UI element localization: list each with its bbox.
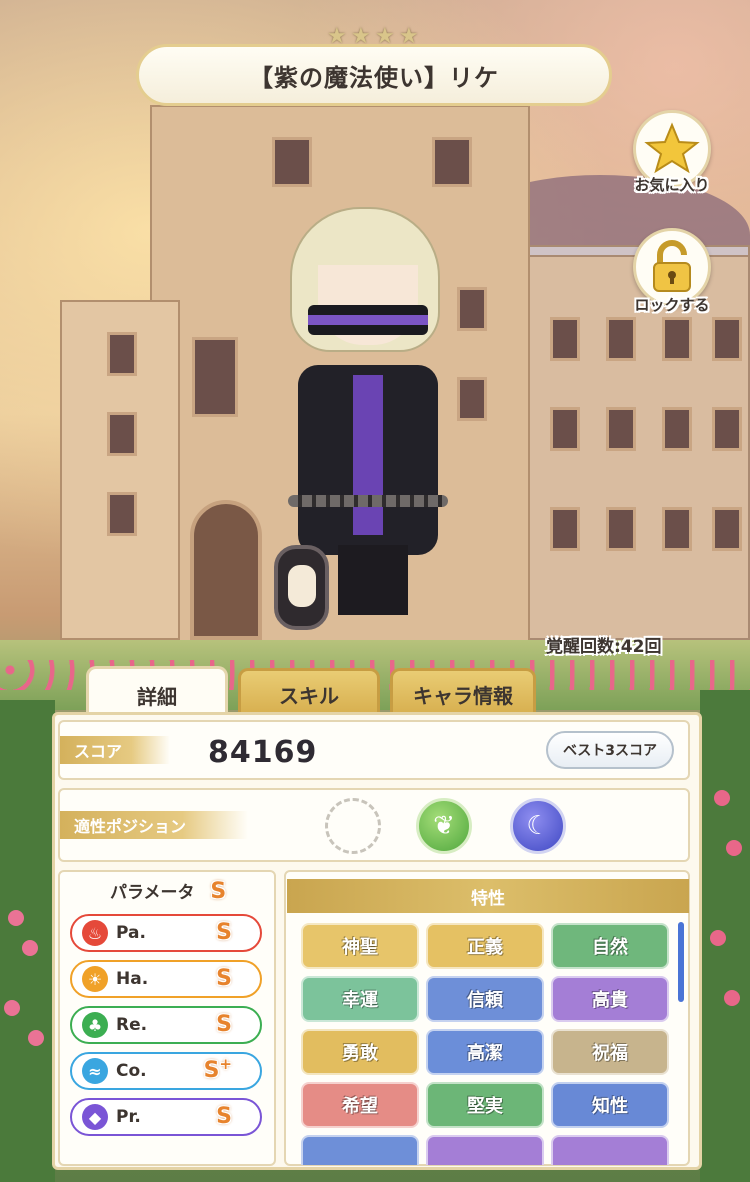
tab-details-label: 詳細 (137, 685, 177, 709)
castle-window (107, 412, 137, 456)
traits-title: 特性 (287, 879, 689, 913)
castle-window (712, 317, 742, 361)
param-name: Pr. (116, 1107, 141, 1127)
castle-window (662, 407, 692, 451)
tab-character-info-label: キャラ情報 (413, 684, 513, 708)
parameters-overall-rank: S (210, 879, 227, 904)
background-bush-right (700, 690, 750, 1182)
param-row-re: ♣ Re. S (70, 1006, 262, 1044)
trait-chip: 勇敢 (301, 1029, 419, 1075)
trait-chip: 自然 (551, 923, 669, 969)
clover-icon: ♣ (82, 1012, 108, 1038)
traits-list[interactable]: 神聖 正義 自然 幸運 信頼 高貴 勇敢 高潔 祝福 希望 堅実 知性 (287, 913, 689, 1165)
moon-emblem-icon: ☾ (526, 811, 550, 841)
best3-score-label: ベスト3スコア (562, 743, 658, 759)
trait-chip: 高貴 (551, 976, 669, 1022)
awakening-count: 覚醒回数:42回 (546, 637, 662, 657)
castle-window (550, 507, 580, 551)
tab-character-info[interactable]: キャラ情報 (390, 668, 536, 718)
param-name: Ha. (116, 969, 149, 989)
flame-icon: ♨ (82, 920, 108, 946)
wave-icon: ≈ (82, 1058, 108, 1084)
castle-window (662, 507, 692, 551)
trait-chip (551, 1135, 669, 1165)
character-title-banner: 【紫の魔法使い】リケ (136, 44, 612, 106)
castle-door (190, 500, 262, 640)
param-row-co: ≈ Co. S+ (70, 1052, 262, 1090)
param-name: Pa. (116, 923, 146, 943)
castle-window (662, 317, 692, 361)
parameters-title-text: パラメータ (110, 883, 195, 903)
castle-window (712, 507, 742, 551)
background-bush-left (0, 700, 55, 1182)
score-label: スコア (60, 736, 170, 764)
param-rank: S (216, 1104, 232, 1129)
trait-chip (426, 1135, 544, 1165)
castle-window (550, 317, 580, 361)
position-slot-empty (325, 798, 381, 854)
castle-window (272, 137, 312, 187)
castle-window (606, 317, 636, 361)
best3-score-button[interactable]: ベスト3スコア (546, 731, 674, 769)
trait-chip: 祝福 (551, 1029, 669, 1075)
lock-label[interactable]: ロックする (610, 294, 734, 315)
position-label: 適性ポジション (60, 811, 248, 839)
tab-skills-label: スキル (279, 684, 339, 708)
favorite-label[interactable]: お気に入り (610, 174, 734, 195)
param-rank: S (216, 1012, 232, 1037)
trait-chip: 神聖 (301, 923, 419, 969)
character-blindfold-stripe (308, 315, 428, 325)
trait-chip: 幸運 (301, 976, 419, 1022)
trait-chip: 堅実 (426, 1082, 544, 1128)
param-rank-plus: + (219, 1055, 232, 1073)
castle-left-tower (60, 300, 180, 640)
padlock-open-icon (653, 240, 691, 292)
param-rank: S+ (203, 1055, 232, 1083)
param-name: Co. (116, 1061, 147, 1081)
castle-window (606, 407, 636, 451)
score-value: 84169 (208, 735, 318, 770)
character-sprite (268, 205, 468, 645)
param-rank: S (216, 920, 232, 945)
character-title: 【紫の魔法使い】リケ (249, 63, 499, 92)
trait-chip: 正義 (426, 923, 544, 969)
trait-chip (301, 1135, 419, 1165)
diamond-icon: ◆ (82, 1104, 108, 1130)
character-lantern-glow (288, 565, 316, 607)
character-chain (288, 495, 448, 507)
parameters-title: パラメータ S (110, 878, 226, 904)
position-slot-green: ❦ (416, 798, 472, 854)
castle-window (107, 492, 137, 536)
traits-scrollbar[interactable] (678, 922, 684, 1002)
param-row-pr: ◆ Pr. S (70, 1098, 262, 1136)
leaf-emblem-icon: ❦ (433, 811, 455, 841)
trait-chip: 信頼 (426, 976, 544, 1022)
param-name: Re. (116, 1015, 148, 1035)
param-row-ha: ☀ Ha. S (70, 960, 262, 998)
position-slot-blue: ☾ (510, 798, 566, 854)
castle-window (550, 407, 580, 451)
castle-window (432, 137, 472, 187)
trait-chip: 知性 (551, 1082, 669, 1128)
tab-skills[interactable]: スキル (238, 668, 380, 718)
sun-icon: ☀ (82, 966, 108, 992)
character-coat-stripe (353, 375, 383, 535)
param-rank: S (216, 966, 232, 991)
castle-window (712, 407, 742, 451)
castle-window (606, 507, 636, 551)
character-legs (338, 545, 408, 615)
param-rank-letter: S (203, 1058, 220, 1083)
param-row-pa: ♨ Pa. S (70, 914, 262, 952)
castle-window (192, 337, 238, 417)
castle-window (107, 332, 137, 376)
trait-chip: 高潔 (426, 1029, 544, 1075)
trait-chip: 希望 (301, 1082, 419, 1128)
